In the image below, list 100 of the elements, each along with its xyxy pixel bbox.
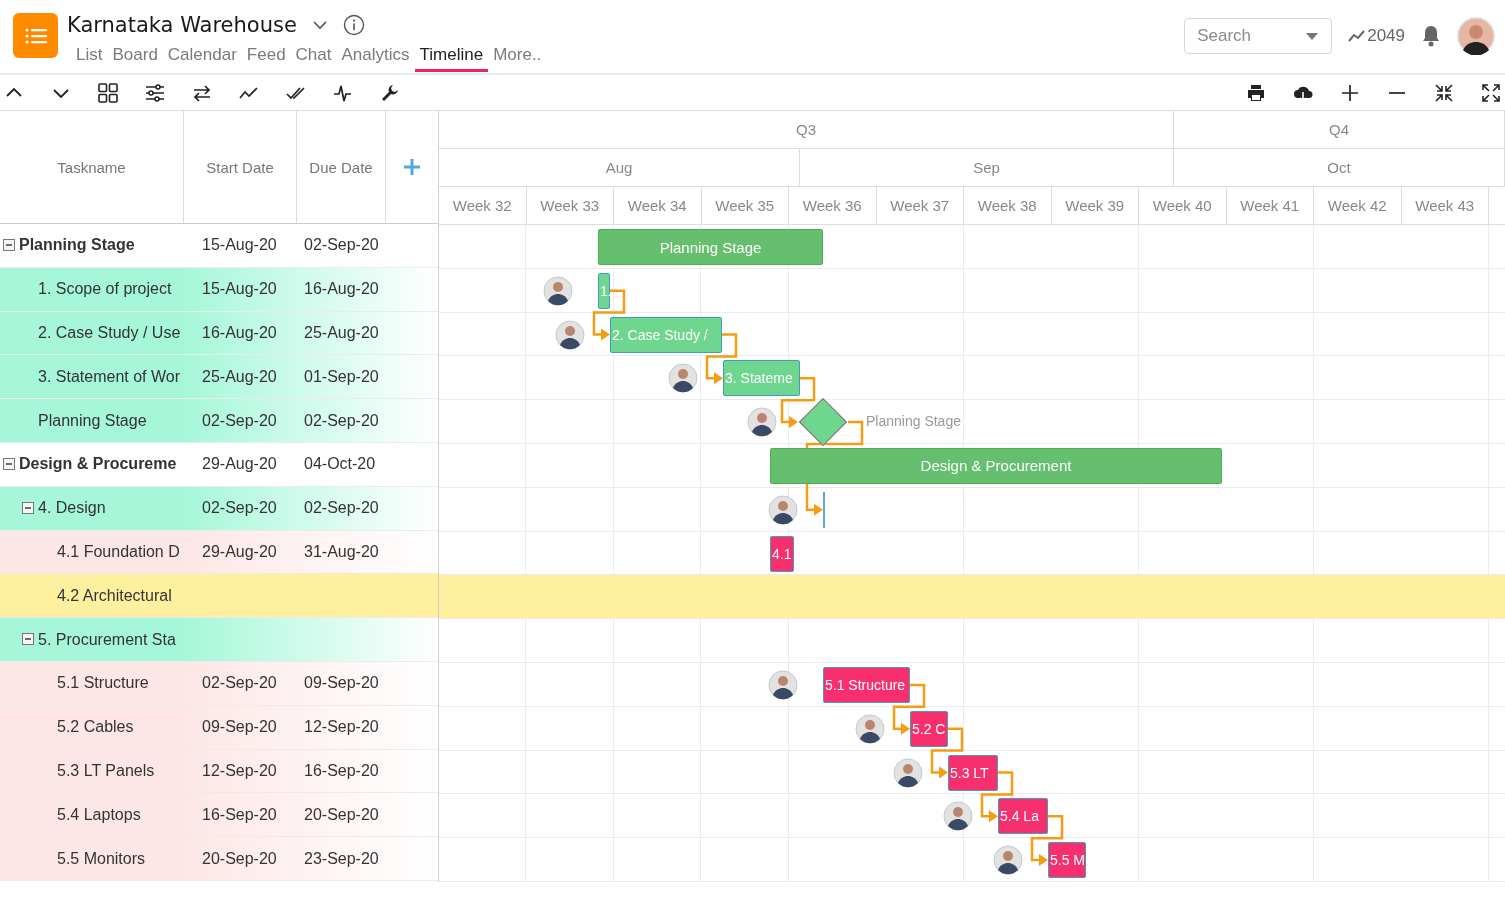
view-tab[interactable]: Analytics (336, 45, 415, 72)
start-date: 02-Sep-20 (202, 411, 277, 430)
view-tab[interactable]: Timeline (414, 45, 489, 72)
grid-icon[interactable] (98, 82, 118, 103)
week-label: Week 34 (614, 187, 702, 224)
start-date: 20-Sep-20 (202, 849, 277, 868)
timeline-row[interactable]: 5.3 LT (439, 750, 1505, 795)
view-tab[interactable]: List (71, 45, 108, 72)
task-row[interactable]: 4. Design 02-Sep-20 02-Sep-20 (0, 486, 438, 531)
start-date: 15-Aug-20 (202, 236, 277, 255)
task-row[interactable]: 4.2 Architectural (0, 574, 438, 619)
task-name[interactable]: 5.1 Structure (57, 674, 149, 693)
due-date: 25-Aug-20 (304, 324, 379, 342)
view-tab[interactable]: Chat (290, 45, 337, 72)
task-row[interactable]: 4.1 Foundation D 29-Aug-20 31-Aug-20 (0, 530, 438, 575)
week-label: Week 43 (1401, 187, 1489, 224)
plus-icon[interactable] (1340, 82, 1360, 103)
expand-icon[interactable] (1481, 82, 1501, 103)
view-tab[interactable]: Calendar (162, 45, 242, 72)
collapse-icon[interactable] (3, 239, 15, 251)
due-date: 01-Sep-20 (304, 367, 379, 386)
view-tab[interactable]: More.. (488, 45, 547, 72)
task-bar[interactable]: 5.5 M (1048, 842, 1086, 879)
trend-count: 2049 (1367, 26, 1405, 46)
bell-icon[interactable] (1421, 25, 1441, 47)
milestone-label: Planning Stage (866, 413, 961, 430)
task-name[interactable]: 5.4 Laptops (57, 805, 141, 824)
task-row[interactable]: Design & Procureme 29-Aug-20 04-Oct-20 (0, 443, 438, 487)
task-name[interactable]: 4.1 Foundation D (57, 542, 180, 561)
task-name[interactable]: 3. Statement of Wor (38, 367, 180, 386)
start-date: 29-Aug-20 (202, 542, 277, 561)
due-date: 16-Sep-20 (304, 761, 379, 780)
add-column-icon[interactable] (403, 158, 421, 176)
task-bar[interactable]: 4.1 (770, 535, 794, 572)
task-name[interactable]: Planning Stage (38, 411, 147, 430)
timeline-row[interactable]: Planning Stage (439, 400, 1505, 444)
task-row[interactable]: 5.5 Monitors 20-Sep-20 23-Sep-20 (0, 837, 438, 881)
task-row[interactable]: 5.3 LT Panels 12-Sep-20 16-Sep-20 (0, 749, 438, 794)
compress-icon[interactable] (1434, 82, 1454, 103)
week-label: Week 33 (526, 187, 614, 224)
task-bar[interactable]: 5.1 Structure (823, 666, 910, 703)
zero-duration-marker[interactable] (823, 491, 825, 528)
month-label: Oct (1174, 149, 1505, 186)
week-label: Week 35 (701, 187, 789, 224)
week-label: Week 40 (1139, 187, 1227, 224)
task-row[interactable]: 5.1 Structure 02-Sep-20 09-Sep-20 (0, 661, 438, 706)
task-row[interactable]: 1. Scope of project 15-Aug-20 16-Aug-20 (0, 267, 438, 312)
task-row[interactable]: Planning Stage 15-Aug-20 02-Sep-20 (0, 224, 438, 268)
week-label: Week 41 (1226, 187, 1314, 224)
task-name[interactable]: 5.5 Monitors (57, 849, 146, 868)
wrench-icon[interactable] (380, 82, 400, 103)
column-header[interactable]: Start Date (184, 111, 297, 223)
task-bar[interactable]: 5.4 La (998, 798, 1048, 835)
week-label: Week 32 (439, 187, 527, 224)
task-row[interactable]: 3. Statement of Wor 25-Aug-20 01-Sep-20 (0, 355, 438, 400)
quarter-label: Q3 (439, 111, 1174, 148)
task-name[interactable]: 2. Case Study / Use (38, 324, 181, 342)
search-dropdown[interactable]: Search (1184, 18, 1333, 54)
task-name[interactable]: 5.3 LT Panels (57, 761, 155, 780)
due-date: 20-Sep-20 (304, 805, 379, 824)
column-header[interactable]: Taskname (0, 111, 184, 223)
due-date: 04-Oct-20 (304, 455, 376, 474)
due-date: 12-Sep-20 (304, 718, 379, 737)
info-icon[interactable] (342, 14, 365, 36)
due-date: 02-Sep-20 (304, 499, 379, 518)
task-bar[interactable]: 5.2 C (910, 710, 948, 747)
swap-icon[interactable] (192, 82, 212, 103)
task-name[interactable]: Planning Stage (19, 236, 135, 255)
due-date: 23-Sep-20 (304, 849, 379, 868)
task-name[interactable]: Design & Procureme (19, 455, 177, 474)
task-name[interactable]: 4. Design (38, 499, 106, 518)
sliders-icon[interactable] (145, 82, 165, 103)
view-tab[interactable]: Feed (241, 45, 291, 72)
task-name[interactable]: 4.2 Architectural (57, 586, 172, 605)
timeline-row[interactable]: 5.5 M (439, 838, 1505, 882)
view-tab[interactable]: Board (107, 45, 163, 72)
task-name[interactable]: 5. Procurement Sta (38, 630, 176, 649)
start-date: 09-Sep-20 (202, 718, 277, 737)
week-label: Week 37 (876, 187, 964, 224)
timeline-row[interactable]: 5.2 C (439, 706, 1505, 751)
print-icon[interactable] (1246, 82, 1266, 103)
task-name[interactable]: 1. Scope of project (38, 280, 172, 299)
chevron-down-icon[interactable] (312, 20, 327, 30)
collapse-icon[interactable] (3, 458, 15, 470)
task-row[interactable]: 2. Case Study / Use 16-Aug-20 25-Aug-20 (0, 311, 438, 356)
week-label: Week 38 (964, 187, 1052, 224)
collapse-icon[interactable] (22, 501, 34, 514)
column-header[interactable]: Due Date (297, 111, 386, 223)
task-row[interactable]: 5.4 Laptops 16-Sep-20 20-Sep-20 (0, 793, 438, 838)
start-date: 15-Aug-20 (202, 280, 277, 299)
task-name[interactable]: 5.2 Cables (57, 718, 134, 737)
task-row[interactable]: Planning Stage 02-Sep-20 02-Sep-20 (0, 399, 438, 443)
timeline-row[interactable]: 5.4 La (439, 794, 1505, 839)
task-bar[interactable]: 5.3 LT (948, 754, 998, 791)
start-date: 02-Sep-20 (202, 674, 277, 693)
task-row[interactable]: 5.2 Cables 09-Sep-20 12-Sep-20 (0, 705, 438, 750)
timeline-row[interactable]: 5.1 Structure (439, 662, 1505, 707)
collapse-icon[interactable] (22, 633, 34, 646)
task-row[interactable]: 5. Procurement Sta (0, 618, 438, 662)
user-avatar[interactable] (1457, 17, 1495, 55)
